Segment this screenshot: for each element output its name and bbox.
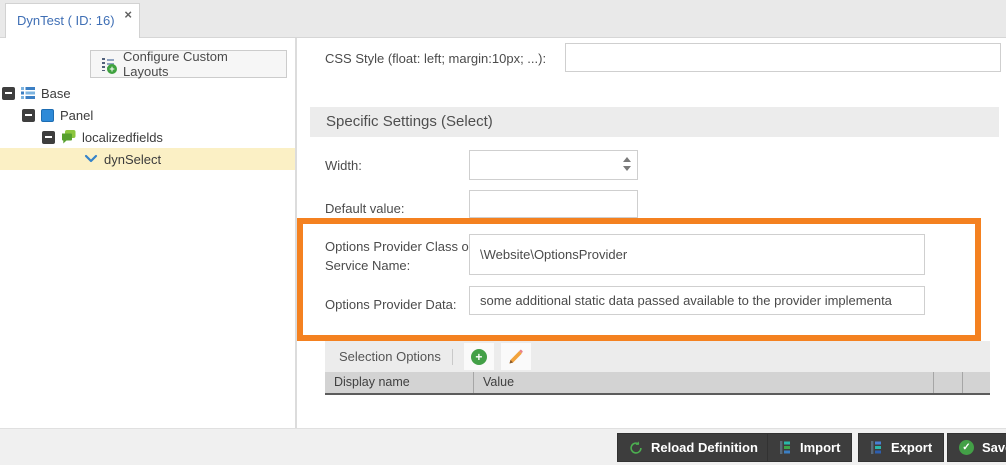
edit-options-button[interactable]	[500, 343, 531, 370]
selection-options-title: Selection Options	[339, 349, 441, 364]
tree-item-panel[interactable]: Panel	[0, 104, 295, 126]
css-style-input[interactable]	[565, 43, 1001, 72]
tree-item-localizedfields[interactable]: localizedfields	[0, 126, 295, 148]
options-provider-class-label: Options Provider Class or Service Name:	[325, 239, 474, 273]
css-style-label: CSS Style (float: left; margin:10px; ...…	[325, 51, 547, 66]
configure-custom-layouts-label: Configure Custom Layouts	[123, 49, 228, 79]
tree-item-label: Base	[41, 85, 71, 101]
close-icon[interactable]: ×	[124, 8, 132, 21]
selection-options-toolbar: Selection Options +	[325, 341, 990, 372]
save-button[interactable]: ✓ Save	[947, 433, 1006, 462]
button-label: Export	[891, 440, 933, 455]
panel-icon	[41, 108, 54, 122]
column-header-value[interactable]: Value	[473, 372, 933, 393]
column-header-empty-2[interactable]	[962, 372, 990, 393]
footer-action-bar: Reload Definition Import Export ✓ Save	[0, 428, 1006, 465]
add-option-button[interactable]: +	[463, 343, 494, 370]
default-value-label: Default value:	[325, 201, 405, 216]
toolbar-separator	[451, 348, 453, 365]
spinner-up-icon[interactable]	[623, 157, 631, 162]
tree-item-dynselect[interactable]: dynSelect	[0, 148, 295, 170]
width-label: Width:	[325, 158, 362, 173]
default-value-input[interactable]	[469, 190, 638, 218]
save-check-icon: ✓	[959, 440, 974, 455]
structure-tree: Base Panel localizedfields dynSelect	[0, 82, 295, 170]
tree-item-label: Panel	[60, 107, 94, 123]
add-icon: +	[470, 348, 487, 365]
button-label: Import	[800, 440, 841, 455]
collapse-icon[interactable]	[2, 86, 15, 100]
options-grid-header: Display name Value	[325, 372, 990, 395]
spinner-down-icon[interactable]	[623, 166, 631, 171]
button-label: Save	[982, 440, 1006, 455]
custom-layout-icon: +	[101, 57, 117, 74]
select-chevron-icon	[84, 154, 98, 164]
collapse-icon[interactable]	[42, 130, 55, 144]
options-provider-class-input[interactable]	[469, 234, 925, 275]
tab-title: DynTest ( ID: 16)	[17, 13, 115, 28]
collapse-icon[interactable]	[22, 108, 35, 122]
reload-definition-button[interactable]: Reload Definition	[617, 433, 770, 462]
plus-badge-icon: +	[107, 63, 117, 74]
localized-fields-icon	[61, 130, 76, 144]
width-spinner-field	[469, 150, 638, 180]
export-button[interactable]: Export	[858, 433, 945, 462]
configure-custom-layouts-button[interactable]: + Configure Custom Layouts	[90, 49, 287, 79]
reload-icon	[629, 440, 643, 455]
tree-item-base[interactable]: Base	[0, 82, 295, 104]
button-label: Reload Definition	[651, 440, 758, 455]
column-header-empty-1[interactable]	[933, 372, 962, 393]
import-button[interactable]: Import	[767, 433, 853, 462]
section-header: Specific Settings (Select)	[310, 107, 999, 137]
tree-item-label: localizedfields	[82, 129, 163, 145]
layout-list-icon	[21, 86, 35, 100]
tab-dyntest[interactable]: DynTest ( ID: 16) ×	[5, 3, 140, 38]
options-provider-data-input[interactable]	[469, 286, 925, 315]
options-provider-data-label: Options Provider Data:	[325, 297, 457, 312]
class-tree-panel: + Configure Custom Layouts Base Panel lo…	[0, 38, 297, 428]
field-settings-panel: CSS Style (float: left; margin:10px; ...…	[297, 38, 1006, 428]
edit-pencil-icon	[508, 349, 524, 365]
width-input[interactable]	[469, 150, 638, 180]
import-icon	[779, 441, 792, 454]
column-header-display-name[interactable]: Display name	[325, 372, 473, 393]
tree-item-label: dynSelect	[104, 151, 162, 167]
tab-bar: DynTest ( ID: 16) ×	[0, 0, 1006, 38]
export-icon	[870, 441, 883, 454]
